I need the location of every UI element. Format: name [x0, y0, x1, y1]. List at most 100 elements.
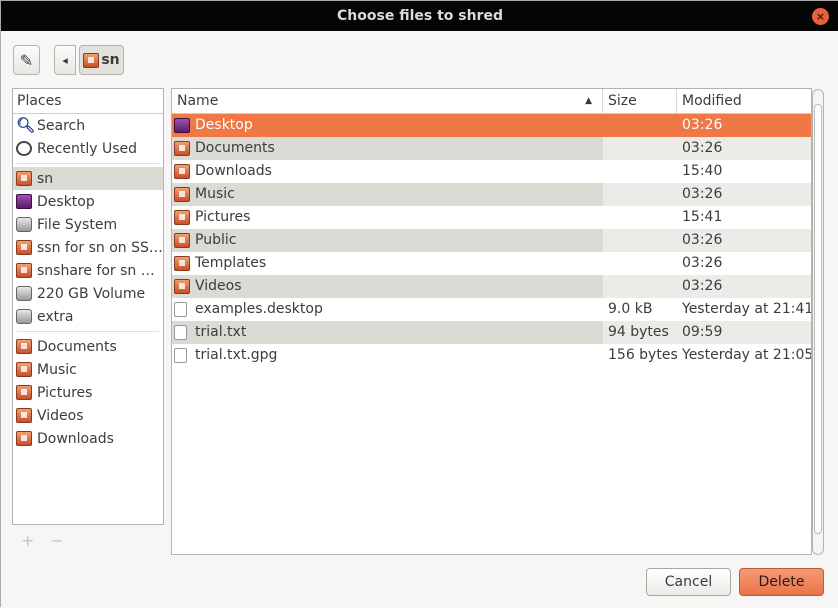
- places-item-label: sn: [37, 170, 54, 187]
- file-name: examples.desktop: [195, 301, 323, 317]
- places-item[interactable]: File System: [13, 213, 163, 236]
- places-item-label: 220 GB Volume: [37, 285, 146, 302]
- folder-icon: [174, 210, 190, 225]
- folder-icon: [16, 408, 32, 423]
- file-modified: 03:26: [677, 183, 811, 206]
- file-size: 9.0 kB: [608, 301, 653, 317]
- column-name[interactable]: Name ▲: [172, 89, 603, 113]
- vertical-scrollbar[interactable]: [812, 89, 824, 555]
- crumb-label: sn: [101, 52, 120, 68]
- places-item-label: File System: [37, 216, 118, 233]
- places-item[interactable]: snshare for sn …: [13, 259, 163, 282]
- file-name: Downloads: [195, 163, 272, 179]
- file-modified: Yesterday at 21:05: [682, 347, 811, 363]
- sort-ascending-icon: ▲: [585, 96, 592, 106]
- path-back-button[interactable]: ◂: [54, 45, 76, 75]
- file-name: trial.txt.gpg: [195, 347, 278, 363]
- cancel-button[interactable]: Cancel: [646, 568, 731, 596]
- places-item[interactable]: Videos: [13, 404, 163, 427]
- path-crumb-sn[interactable]: sn: [79, 45, 124, 75]
- file-row[interactable]: Music 03:26: [172, 183, 811, 206]
- places-item-label: snshare for sn …: [37, 262, 155, 279]
- file-row[interactable]: trial.txt.gpg 156 bytes Yesterday at 21:05: [172, 344, 811, 367]
- file-icon: [174, 325, 187, 340]
- file-icon: [174, 348, 187, 363]
- folder-icon: [174, 187, 190, 202]
- file-row[interactable]: Pictures 15:41: [172, 206, 811, 229]
- pencil-icon: ✎: [19, 50, 34, 70]
- places-item-label: Recently Used: [37, 140, 138, 157]
- add-bookmark-button[interactable]: +: [21, 531, 34, 550]
- places-item-label: Videos: [37, 407, 84, 424]
- places-panel: Places 🔍︎ Search Recently Used sn Desktop Fi…: [12, 88, 164, 525]
- file-name: Music: [195, 186, 235, 202]
- file-list: Name ▲ Size Modified Desktop 03:26 Document…: [171, 88, 812, 555]
- places-item-label: Search: [37, 117, 86, 134]
- window-title: Choose files to shred: [337, 8, 503, 24]
- clock-icon: [16, 141, 32, 156]
- file-modified: 03:26: [677, 275, 811, 298]
- drive-icon: [16, 217, 32, 232]
- file-modified: 03:26: [677, 137, 811, 160]
- drive-icon: [16, 286, 32, 301]
- file-row[interactable]: Desktop 03:26: [172, 114, 811, 137]
- drive-icon: [16, 309, 32, 324]
- folder-icon: [174, 141, 190, 156]
- file-row[interactable]: trial.txt 94 bytes 09:59: [172, 321, 811, 344]
- separator: [17, 163, 159, 164]
- file-name: Templates: [195, 255, 267, 271]
- search-icon: 🔍︎: [16, 116, 36, 134]
- places-item[interactable]: Documents: [13, 335, 163, 358]
- places-item[interactable]: Music: [13, 358, 163, 381]
- places-item-label: ssn for sn on SS…: [37, 239, 163, 256]
- places-item[interactable]: Desktop: [13, 190, 163, 213]
- places-item[interactable]: 🔍︎ Search: [13, 114, 163, 137]
- network-folder-icon: [16, 263, 32, 278]
- desktop-icon: [174, 118, 190, 133]
- file-size: [603, 206, 677, 229]
- title-bar: Choose files to shred ×: [1, 1, 838, 31]
- file-row[interactable]: Videos 03:26: [172, 275, 811, 298]
- column-modified[interactable]: Modified: [677, 89, 811, 113]
- close-button[interactable]: ×: [812, 8, 829, 25]
- places-item[interactable]: sn: [13, 167, 163, 190]
- file-size: 156 bytes: [608, 347, 677, 363]
- file-size: [603, 160, 677, 183]
- file-size: 94 bytes: [603, 321, 677, 344]
- scrollbar-thumb[interactable]: [814, 104, 822, 534]
- file-name: Documents: [195, 140, 275, 156]
- desktop-icon: [16, 194, 32, 209]
- separator: [17, 331, 159, 332]
- places-item[interactable]: Recently Used: [13, 137, 163, 160]
- file-row[interactable]: examples.desktop 9.0 kB Yesterday at 21:41: [172, 298, 811, 321]
- file-row[interactable]: Downloads 15:40: [172, 160, 811, 183]
- places-item-label: Downloads: [37, 430, 114, 447]
- folder-icon: [174, 164, 190, 179]
- file-name: Desktop: [195, 117, 253, 133]
- column-size[interactable]: Size: [603, 89, 677, 113]
- places-item[interactable]: extra: [13, 305, 163, 328]
- places-item-label: Pictures: [37, 384, 93, 401]
- file-modified: 03:26: [677, 114, 811, 137]
- places-item[interactable]: Pictures: [13, 381, 163, 404]
- file-modified: 03:26: [682, 255, 723, 271]
- folder-icon: [16, 339, 32, 354]
- file-row[interactable]: Templates 03:26: [172, 252, 811, 275]
- places-item[interactable]: ssn for sn on SS…: [13, 236, 163, 259]
- file-modified: 15:41: [682, 209, 723, 225]
- file-row[interactable]: Public 03:26: [172, 229, 811, 252]
- remove-bookmark-button[interactable]: −: [50, 531, 63, 550]
- places-item-label: extra: [37, 308, 74, 325]
- delete-button[interactable]: Delete: [739, 568, 824, 596]
- places-item[interactable]: Downloads: [13, 427, 163, 450]
- places-item[interactable]: 220 GB Volume: [13, 282, 163, 305]
- folder-icon: [174, 279, 190, 294]
- column-headers: Name ▲ Size Modified: [172, 89, 811, 114]
- file-size: [603, 229, 677, 252]
- file-modified: 09:59: [677, 321, 811, 344]
- file-row[interactable]: Documents 03:26: [172, 137, 811, 160]
- file-modified: Yesterday at 21:41: [682, 301, 811, 317]
- type-location-button[interactable]: ✎: [13, 45, 40, 75]
- file-icon: [174, 302, 187, 317]
- folder-icon: [16, 385, 32, 400]
